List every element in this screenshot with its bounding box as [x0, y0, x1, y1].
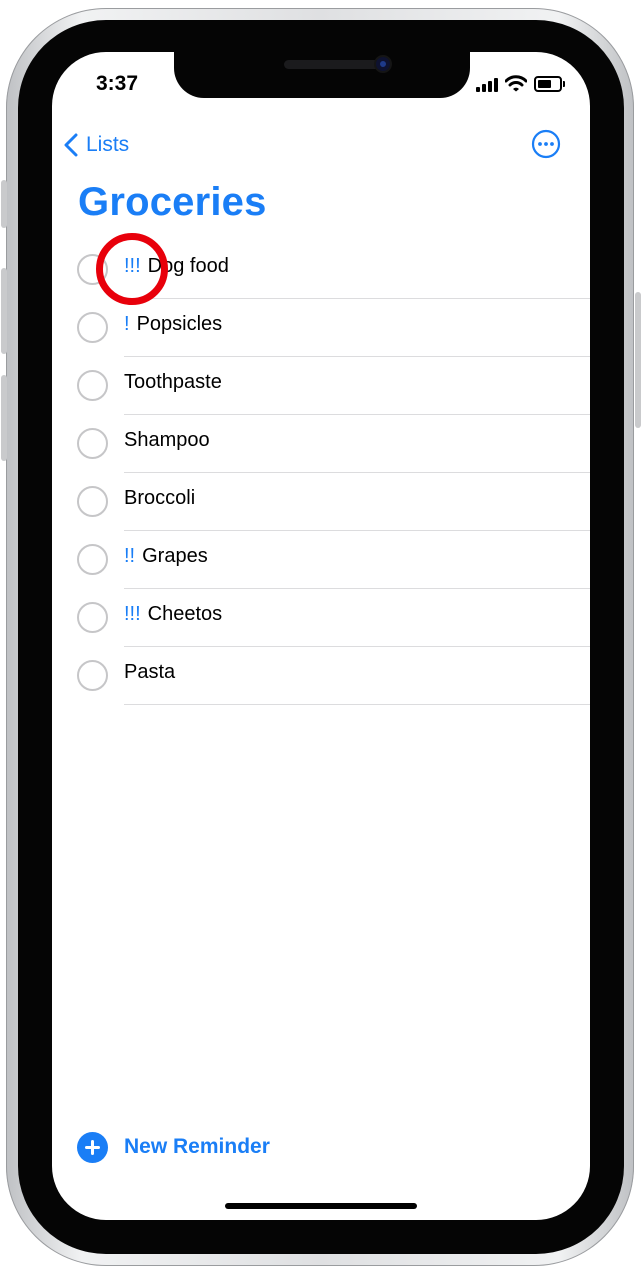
- list-item[interactable]: Broccoli: [52, 473, 590, 531]
- status-time: 3:37: [96, 72, 139, 95]
- new-reminder-button[interactable]: New Reminder: [77, 1131, 270, 1163]
- wifi-icon: [505, 75, 527, 92]
- priority-marker: !: [124, 313, 130, 335]
- reminder-text[interactable]: Broccoli: [124, 487, 195, 510]
- reminder-text[interactable]: Toothpaste: [124, 371, 222, 394]
- side-button-silent: [1, 180, 7, 228]
- plus-circle-icon: [77, 1131, 108, 1163]
- reminder-text[interactable]: !! Grapes: [124, 545, 208, 568]
- list-item[interactable]: Pasta: [52, 647, 590, 705]
- completion-circle[interactable]: [77, 428, 108, 459]
- side-button-volume-down: [1, 375, 7, 461]
- completion-circle[interactable]: [77, 602, 108, 633]
- reminder-name: Pasta: [124, 661, 176, 683]
- completion-circle[interactable]: [77, 660, 108, 691]
- reminder-text[interactable]: ! Popsicles: [124, 313, 222, 336]
- reminder-text[interactable]: Pasta: [124, 661, 175, 684]
- list-item[interactable]: Toothpaste: [52, 357, 590, 415]
- completion-circle[interactable]: [77, 544, 108, 575]
- ellipsis-circle-icon[interactable]: [531, 129, 561, 159]
- list-item[interactable]: !!! Cheetos: [52, 589, 590, 647]
- speaker: [284, 60, 388, 69]
- reminder-name: Popsicles: [136, 313, 223, 335]
- priority-marker: !!!: [124, 603, 141, 625]
- list-item[interactable]: Shampoo: [52, 415, 590, 473]
- priority-marker: !!: [124, 545, 136, 567]
- reminder-name: Grapes: [142, 545, 208, 567]
- reminder-text[interactable]: !!! Cheetos: [124, 603, 222, 626]
- chevron-left-icon: [64, 133, 78, 157]
- list-item[interactable]: ! Popsicles: [52, 299, 590, 357]
- list-item[interactable]: !! Grapes: [52, 531, 590, 589]
- back-label: Lists: [86, 133, 130, 156]
- new-reminder-label: New Reminder: [124, 1135, 270, 1158]
- side-button-volume-up: [1, 268, 7, 354]
- reminder-name: Toothpaste: [124, 371, 222, 393]
- completion-circle[interactable]: [77, 312, 108, 343]
- back-to-lists-button[interactable]: Lists: [64, 130, 129, 160]
- reminder-text[interactable]: Shampoo: [124, 429, 210, 452]
- side-button-power: [635, 292, 641, 428]
- reminder-name: Shampoo: [124, 429, 210, 451]
- signal-icon: [476, 78, 500, 92]
- completion-circle[interactable]: [77, 370, 108, 401]
- reminder-name: Cheetos: [147, 603, 223, 625]
- reminder-name: Broccoli: [124, 487, 196, 509]
- row-divider: [124, 704, 590, 705]
- completion-circle[interactable]: [77, 486, 108, 517]
- highlight-annotation-circle: [96, 233, 168, 305]
- battery-icon: [534, 76, 565, 92]
- notch: [174, 52, 470, 98]
- home-indicator[interactable]: [225, 1203, 417, 1209]
- page-title: Groceries: [78, 180, 267, 224]
- front-camera: [376, 57, 390, 71]
